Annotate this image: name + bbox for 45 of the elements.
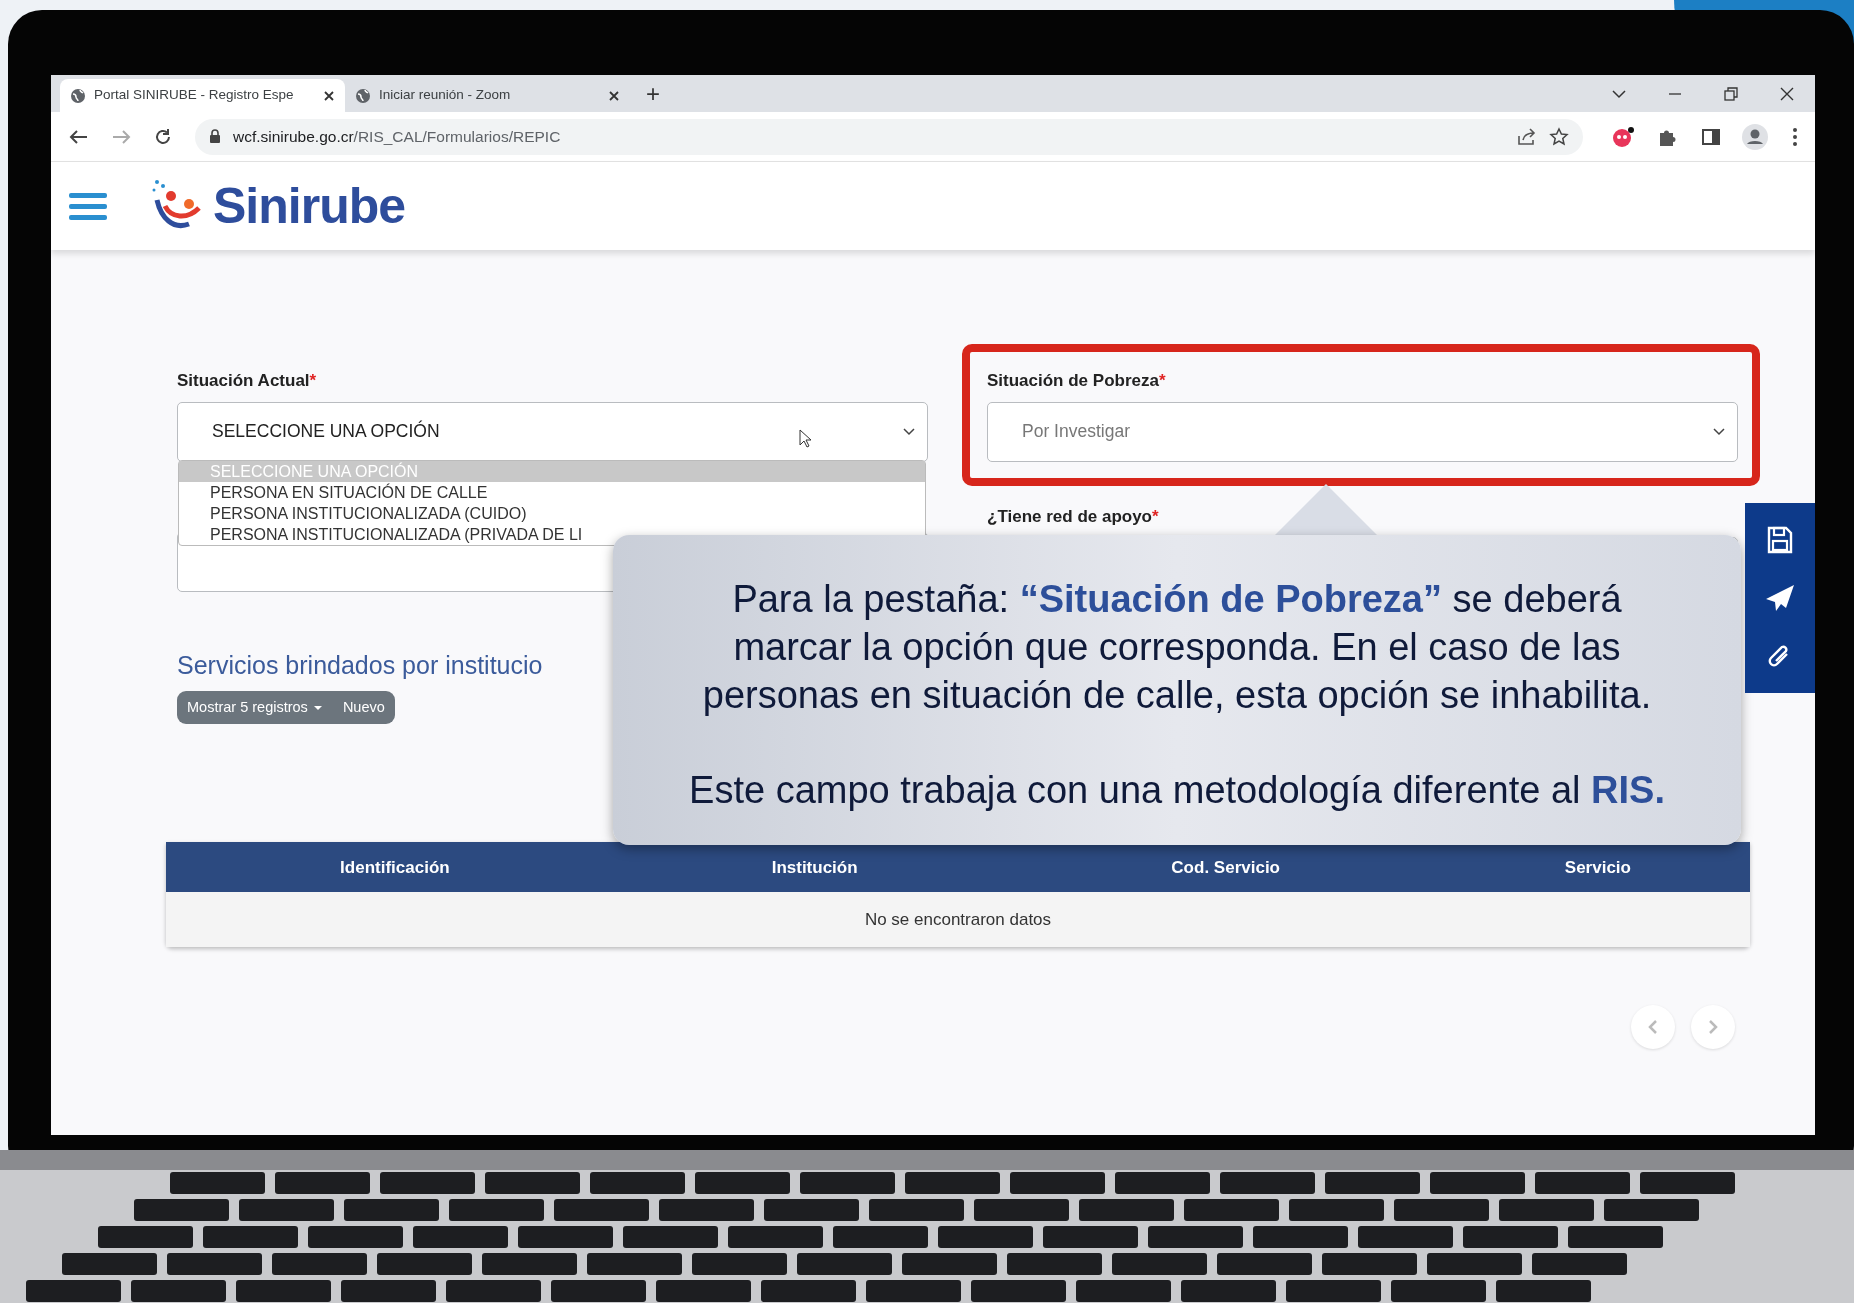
cursor-icon xyxy=(799,428,813,449)
close-icon[interactable] xyxy=(323,89,335,102)
chevron-down-icon xyxy=(903,427,915,436)
field-label: Situación de Pobreza xyxy=(987,371,1159,390)
table-header: Identificación Institución Cod. Servicio Servicio xyxy=(166,842,1750,893)
required-marker: * xyxy=(309,371,317,390)
toolbar-button[interactable]: Nuevo xyxy=(332,690,395,725)
save-icon[interactable] xyxy=(1767,526,1793,554)
logo-text: Sinirube xyxy=(213,176,406,236)
chevron-down-icon xyxy=(1713,427,1725,436)
chevron-right-icon xyxy=(1708,1019,1718,1035)
browser-tab[interactable]: Portal SINIRUBE - Registro Espe xyxy=(60,79,345,112)
menu-icon[interactable] xyxy=(69,191,107,221)
field-label: Situación Actual xyxy=(177,371,310,390)
new-tab-button[interactable]: + xyxy=(646,81,660,106)
share-icon[interactable] xyxy=(1517,127,1537,146)
url-text[interactable]: wcf.sinirube.go.cr/RIS_CAL/Formularios/REPIC xyxy=(233,124,561,149)
required-marker: * xyxy=(1152,506,1159,526)
profile-icon[interactable] xyxy=(1741,122,1769,151)
browser-tab[interactable]: Iniciar reunión - Zoom xyxy=(345,79,630,112)
globe-icon xyxy=(355,87,371,104)
empty-table-message: No se encontraron datos xyxy=(166,892,1750,948)
send-icon[interactable] xyxy=(1765,584,1795,612)
kebab-menu-icon[interactable] xyxy=(1791,126,1799,147)
select-field: Por Investigar xyxy=(987,401,1738,462)
required-marker: * xyxy=(1158,371,1166,390)
star-icon[interactable] xyxy=(1549,126,1569,147)
callout-text: Para la pestaña: “Situación de Pobreza” se deberá marcar la opción que corresponda. En el caso de las personas en situación de calle, esta opción se inhabilita. xyxy=(701,577,1653,718)
callout-text: Este campo trabaja con una metodología diferente al RIS. xyxy=(688,768,1666,813)
select-field[interactable]: SELECCIONE UNA OPCIÓN xyxy=(177,401,928,462)
dropdown-option[interactable]: PERSONA INSTITUCIONALIZADA (PRIVADA DE LI xyxy=(179,524,583,545)
toolbar-button[interactable]: Mostrar 5 registros xyxy=(177,690,333,725)
side-panel-icon[interactable] xyxy=(1701,126,1721,147)
close-icon[interactable] xyxy=(608,89,620,102)
extension-badge-icon[interactable] xyxy=(1611,125,1635,148)
globe-icon xyxy=(70,87,86,104)
section-title: Servicios brindados por institucio xyxy=(177,650,543,681)
field-label: ¿Tiene red de apoyo xyxy=(987,506,1152,526)
lock-icon xyxy=(209,129,221,144)
caret-icon xyxy=(312,704,323,711)
restore-icon[interactable] xyxy=(1723,85,1739,102)
dropdown-option[interactable]: PERSONA EN SITUACIÓN DE CALLE xyxy=(179,482,488,503)
close-icon[interactable] xyxy=(1779,85,1795,102)
dropdown-option[interactable]: PERSONA INSTITUCIONALIZADA (CUIDO) xyxy=(179,503,527,524)
chevron-left-icon xyxy=(1648,1019,1658,1035)
